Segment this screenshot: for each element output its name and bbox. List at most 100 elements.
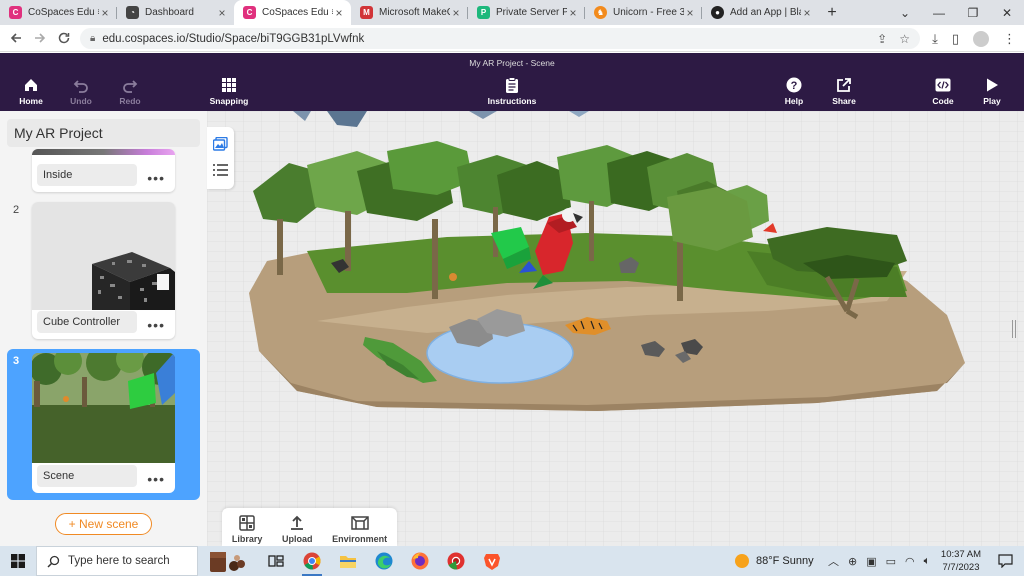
environment-icon	[350, 516, 369, 530]
list-view-icon[interactable]	[213, 164, 228, 179]
new-tab-button[interactable]: +	[819, 0, 845, 25]
close-window-button[interactable]: ✕	[990, 0, 1024, 25]
reload-icon	[58, 32, 70, 44]
bottom-toolbar: Library Upload Environment	[222, 508, 397, 546]
home-icon	[25, 79, 37, 91]
battery-icon[interactable]: ▭	[886, 555, 896, 568]
blackbaud-icon: ●	[711, 6, 724, 19]
dashboard-icon: ◔	[126, 6, 139, 19]
wifi-icon[interactable]: ◠	[905, 555, 915, 568]
3d-scene-canvas[interactable]	[207, 111, 1024, 546]
display-icon[interactable]: ▣	[866, 555, 876, 568]
bookmark-star-icon[interactable]: ☆	[899, 32, 910, 46]
document-title: My AR Project - Scene	[469, 58, 555, 68]
download-icon[interactable]: ⤓	[932, 31, 938, 47]
scene-options-icon[interactable]: •••	[147, 472, 165, 486]
chevron-up-icon[interactable]: ︿	[828, 553, 839, 569]
lock-icon[interactable]: 🔒︎	[90, 33, 95, 44]
url-field[interactable]: 🔒︎ edu.cospaces.io/Studio/Space/biT9GGB3…	[80, 28, 920, 49]
chrome-variant-icon[interactable]	[438, 546, 474, 576]
browser-tab[interactable]: C CoSpaces Edu ≡ N ×	[0, 0, 117, 25]
share-button[interactable]: Share	[822, 76, 866, 106]
scene-number: 3	[13, 355, 20, 367]
play-button[interactable]: Play	[970, 76, 1014, 106]
arrow-left-icon	[10, 33, 21, 43]
cospaces-icon: C	[9, 6, 22, 19]
close-icon[interactable]: ×	[567, 6, 579, 20]
scene-card-cube-controller[interactable]: Cube Controller •••	[32, 202, 175, 339]
browser-tab[interactable]: ♞ Unicorn - Free 3D ×	[585, 0, 702, 25]
browser-tab[interactable]: M Microsoft MakeC ×	[351, 0, 468, 25]
scene-thumbnail	[32, 202, 175, 310]
close-icon[interactable]: ×	[801, 6, 813, 20]
svg-text:?: ?	[791, 80, 798, 92]
scene-objects-icon[interactable]	[212, 136, 228, 154]
browser-tab[interactable]: ● Add an App | Bla ×	[702, 0, 819, 25]
clipboard-icon	[506, 77, 518, 93]
scene-card-inside[interactable]: Inside •••	[32, 149, 175, 192]
system-tray: ︿ ⊕ ▣ ▭ ◠ 🔈︎	[828, 546, 930, 576]
share-page-icon[interactable]: ⇪	[877, 32, 887, 46]
scene-card-scene[interactable]: Scene •••	[32, 353, 175, 493]
scene-thumbnail	[32, 149, 175, 155]
code-button[interactable]: Code	[921, 76, 965, 106]
chevron-down-icon[interactable]: ⌄	[888, 0, 922, 25]
play-icon	[987, 78, 998, 92]
scene-options-icon[interactable]: •••	[147, 171, 165, 185]
meet-now-icon[interactable]: ⊕	[848, 555, 857, 568]
instructions-button[interactable]: Instructions	[480, 76, 544, 106]
weather-widget[interactable]: 88°F Sunny	[734, 546, 814, 576]
scene-options-icon[interactable]: •••	[147, 318, 165, 332]
file-explorer-icon[interactable]	[330, 546, 366, 576]
library-icon	[239, 515, 255, 531]
library-button[interactable]: Library	[232, 514, 262, 544]
start-button[interactable]	[0, 546, 36, 576]
notification-icon	[997, 554, 1013, 568]
brave-icon[interactable]	[474, 546, 510, 576]
project-title[interactable]: My AR Project	[7, 119, 200, 147]
scene-number: 2	[13, 204, 20, 216]
edge-icon[interactable]	[366, 546, 402, 576]
forward-button[interactable]	[28, 26, 52, 50]
close-icon[interactable]: ×	[450, 6, 462, 20]
redo-button[interactable]: Redo	[108, 76, 152, 106]
panel-resize-handle[interactable]	[1012, 320, 1016, 338]
system-clock[interactable]: 10:37 AM 7/7/2023	[938, 548, 984, 574]
close-icon[interactable]: ×	[99, 6, 111, 20]
search-highlight-image[interactable]	[198, 546, 258, 576]
close-icon[interactable]: ×	[684, 6, 696, 20]
profile-avatar[interactable]	[973, 30, 989, 47]
undo-icon	[73, 80, 88, 93]
task-view-icon[interactable]	[258, 546, 294, 576]
firefox-icon[interactable]	[402, 546, 438, 576]
browser-tab-active[interactable]: C CoSpaces Edu ≡ N ×	[234, 0, 351, 25]
volume-muted-icon[interactable]: 🔈︎	[924, 555, 931, 568]
new-scene-button[interactable]: + New scene	[55, 513, 152, 535]
chrome-icon[interactable]	[294, 546, 330, 576]
grid-icon	[222, 78, 236, 92]
close-icon[interactable]: ×	[216, 6, 228, 20]
windows-logo-icon	[11, 554, 25, 568]
back-button[interactable]	[4, 26, 28, 50]
unicorn-icon: ♞	[594, 6, 607, 19]
reload-button[interactable]	[52, 26, 76, 50]
side-panel-icon[interactable]: ▯	[952, 31, 959, 47]
home-button[interactable]: Home	[9, 76, 53, 106]
cospaces-icon: C	[243, 6, 256, 19]
help-button[interactable]: ? Help	[772, 76, 816, 106]
browser-tab[interactable]: ◔ Dashboard ×	[117, 0, 234, 25]
scene-viewport[interactable]	[207, 111, 1024, 546]
browser-tab[interactable]: P Private Server Pa ×	[468, 0, 585, 25]
upload-button[interactable]: Upload	[282, 514, 313, 544]
minimize-button[interactable]: —	[922, 0, 956, 25]
notification-button[interactable]	[990, 546, 1020, 576]
restore-button[interactable]: ❐	[956, 0, 990, 25]
menu-kebab-icon[interactable]: ⋮	[1003, 31, 1016, 47]
undo-button[interactable]: Undo	[59, 76, 103, 106]
snapping-button[interactable]: Snapping	[207, 76, 251, 106]
help-icon: ?	[786, 77, 802, 93]
close-icon[interactable]: ×	[333, 6, 345, 20]
taskbar-search-field[interactable]: Type here to search	[36, 546, 198, 576]
environment-button[interactable]: Environment	[332, 514, 387, 544]
makecode-icon: M	[360, 6, 373, 19]
